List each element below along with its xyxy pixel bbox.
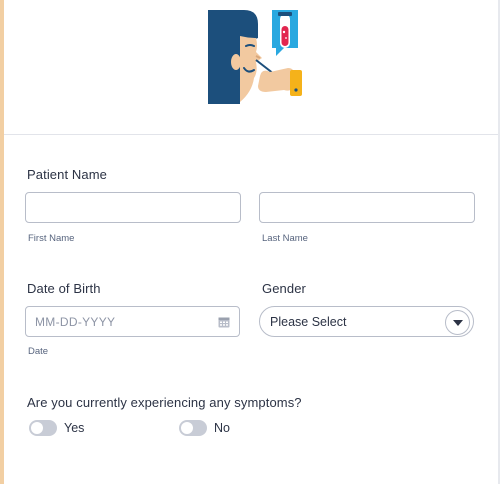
last-name-input[interactable] (259, 192, 475, 223)
date-of-birth-label: Date of Birth (27, 281, 101, 296)
date-sublabel: Date (28, 346, 49, 357)
form-header (4, 0, 498, 135)
first-name-sublabel: First Name (28, 233, 75, 244)
calendar-icon[interactable] (218, 316, 230, 328)
date-of-birth-placeholder: MM-DD-YYYY (35, 315, 116, 329)
symptoms-no-label[interactable]: No (214, 421, 230, 435)
patient-name-label: Patient Name (27, 167, 107, 182)
last-name-sublabel: Last Name (262, 233, 308, 244)
symptoms-yes-label[interactable]: Yes (64, 421, 84, 435)
symptoms-question: Are you currently experiencing any sympt… (27, 395, 302, 410)
chevron-down-icon[interactable] (445, 310, 470, 335)
nasal-swab-test-illustration (208, 10, 302, 104)
symptoms-no-toggle[interactable] (179, 420, 207, 436)
date-of-birth-input[interactable]: MM-DD-YYYY (25, 306, 240, 337)
first-name-input[interactable] (25, 192, 241, 223)
gender-select[interactable]: Please Select (259, 306, 474, 337)
gender-label: Gender (262, 281, 306, 296)
symptoms-yes-toggle[interactable] (29, 420, 57, 436)
gender-select-value: Please Select (270, 315, 347, 329)
toggle-knob (181, 422, 193, 434)
toggle-knob (31, 422, 43, 434)
